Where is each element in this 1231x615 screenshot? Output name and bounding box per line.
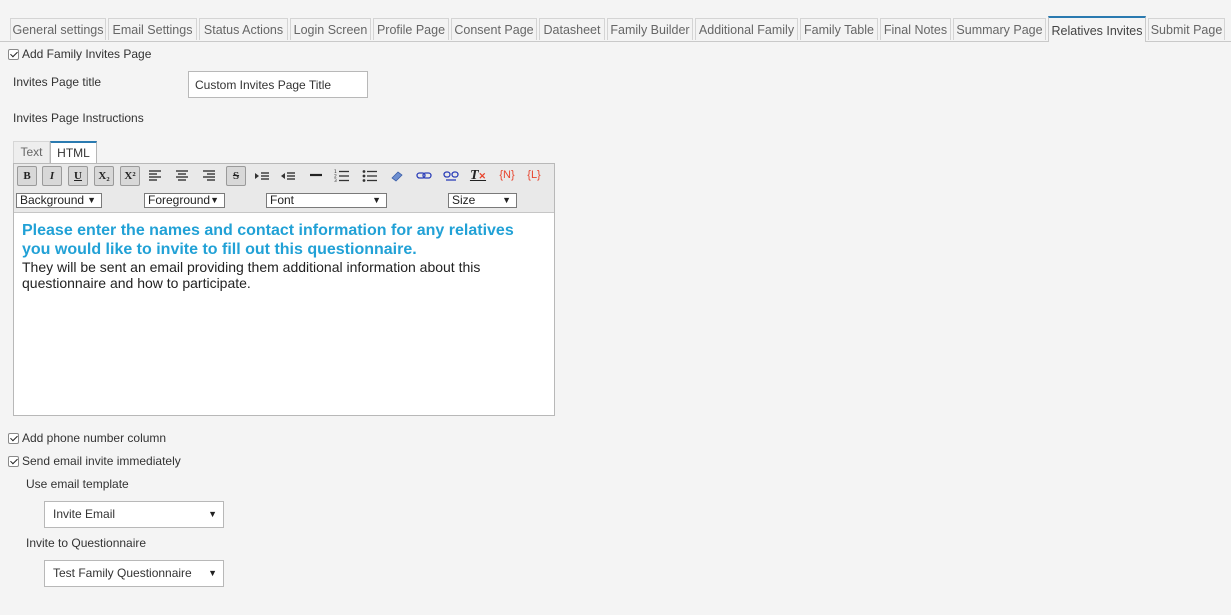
underline-button[interactable]: U — [68, 166, 88, 186]
align-right-icon[interactable] — [199, 166, 219, 186]
subscript-button[interactable]: X₂ — [94, 166, 114, 186]
background-color-select[interactable]: Background ▼ — [16, 193, 102, 208]
editor-tab-text[interactable]: Text — [13, 141, 50, 163]
tab-datasheet[interactable]: Datasheet — [539, 18, 605, 40]
settings-tab-bar: General settings Email Settings Status A… — [0, 0, 1231, 42]
outdent-icon[interactable] — [252, 166, 272, 186]
invites-title-input[interactable] — [188, 71, 368, 98]
dropdown-arrow-icon: ▼ — [372, 195, 381, 205]
invites-instructions-label: Invites Page Instructions — [13, 111, 144, 125]
bulleted-list-icon[interactable] — [360, 166, 380, 186]
font-select-label: Font — [270, 193, 295, 207]
email-template-label: Use email template — [26, 477, 129, 491]
horizontal-rule-icon[interactable] — [306, 166, 326, 186]
foreground-select-label: Foreground — [148, 193, 211, 207]
italic-button[interactable]: I — [42, 166, 62, 186]
background-select-label: Background — [20, 193, 85, 207]
invite-questionnaire-label: Invite to Questionnaire — [26, 536, 147, 550]
tab-submit-page[interactable]: Submit Page — [1148, 18, 1225, 40]
superscript-button[interactable]: X² — [120, 166, 140, 186]
remove-mark-icon: ✕ — [478, 171, 487, 181]
invite-questionnaire-value: Test Family Questionnaire — [53, 566, 192, 580]
add-invites-label: Add Family Invites Page — [22, 47, 152, 61]
dropdown-arrow-icon: ▼ — [208, 509, 217, 519]
foreground-color-select[interactable]: Foreground ▼ — [144, 193, 225, 208]
dropdown-arrow-icon: ▼ — [87, 195, 96, 205]
insert-image-icon[interactable] — [387, 166, 407, 186]
tab-consent-page[interactable]: Consent Page — [451, 18, 537, 40]
add-invites-checkbox[interactable] — [8, 49, 19, 60]
tab-relatives-invites[interactable]: Relatives Invites — [1048, 16, 1146, 42]
tab-login-screen[interactable]: Login Screen — [290, 18, 371, 40]
unlink-icon[interactable] — [441, 166, 461, 186]
dropdown-arrow-icon: ▼ — [208, 568, 217, 578]
add-phone-column-label: Add phone number column — [22, 431, 167, 445]
invite-questionnaire-select[interactable]: Test Family Questionnaire ▼ — [44, 560, 224, 587]
add-phone-column-checkbox[interactable] — [8, 433, 19, 444]
insert-link-icon[interactable] — [414, 166, 434, 186]
size-select-label: Size — [452, 193, 476, 207]
editor-tab-html[interactable]: HTML — [50, 141, 97, 164]
email-template-select[interactable]: Invite Email ▼ — [44, 501, 224, 528]
instructions-heading-text: Please enter the names and contact infor… — [22, 222, 514, 258]
rich-text-editor: B I U X₂ X² S 1 2 3 T✕ {N} {L} Backgroun… — [13, 163, 555, 416]
tab-family-builder[interactable]: Family Builder — [607, 18, 693, 40]
font-size-select[interactable]: Size ▼ — [448, 193, 517, 208]
editor-content-area[interactable]: Please enter the names and contact infor… — [22, 221, 542, 291]
tab-summary-page[interactable]: Summary Page — [953, 18, 1046, 40]
clear-formatting-glyph: T — [469, 168, 479, 183]
email-template-value: Invite Email — [53, 507, 116, 521]
tab-family-table[interactable]: Family Table — [800, 18, 878, 40]
strikethrough-button[interactable]: S — [226, 166, 246, 186]
instructions-body-text: They will be sent an email providing the… — [22, 259, 481, 291]
bold-button[interactable]: B — [17, 166, 37, 186]
insert-link-token-button[interactable]: {L} — [522, 166, 546, 186]
tab-additional-family[interactable]: Additional Family — [695, 18, 798, 40]
send-email-immediately-checkbox[interactable] — [8, 456, 19, 467]
tab-status-actions[interactable]: Status Actions — [199, 18, 288, 40]
font-family-select[interactable]: Font ▼ — [266, 193, 387, 208]
invites-title-label: Invites Page title — [13, 75, 102, 89]
dropdown-arrow-icon: ▼ — [210, 195, 219, 205]
svg-text:3: 3 — [334, 178, 337, 183]
clear-formatting-icon[interactable]: T✕ — [468, 166, 488, 186]
numbered-list-icon[interactable]: 123 — [332, 166, 352, 186]
dropdown-arrow-icon: ▼ — [502, 195, 511, 205]
indent-icon[interactable] — [278, 166, 298, 186]
tab-final-notes[interactable]: Final Notes — [880, 18, 951, 40]
tab-profile-page[interactable]: Profile Page — [373, 18, 449, 40]
editor-toolbar: B I U X₂ X² S 1 2 3 T✕ {N} {L} Backgroun… — [14, 164, 554, 213]
align-center-icon[interactable] — [172, 166, 192, 186]
send-email-immediately-label: Send email invite immediately — [22, 454, 181, 468]
align-left-icon[interactable] — [145, 166, 165, 186]
insert-name-token-button[interactable]: {N} — [495, 166, 519, 186]
tab-general-settings[interactable]: General settings — [10, 18, 106, 40]
relatives-invites-settings-page: General settings Email Settings Status A… — [0, 0, 1231, 615]
tab-email-settings[interactable]: Email Settings — [108, 18, 197, 40]
